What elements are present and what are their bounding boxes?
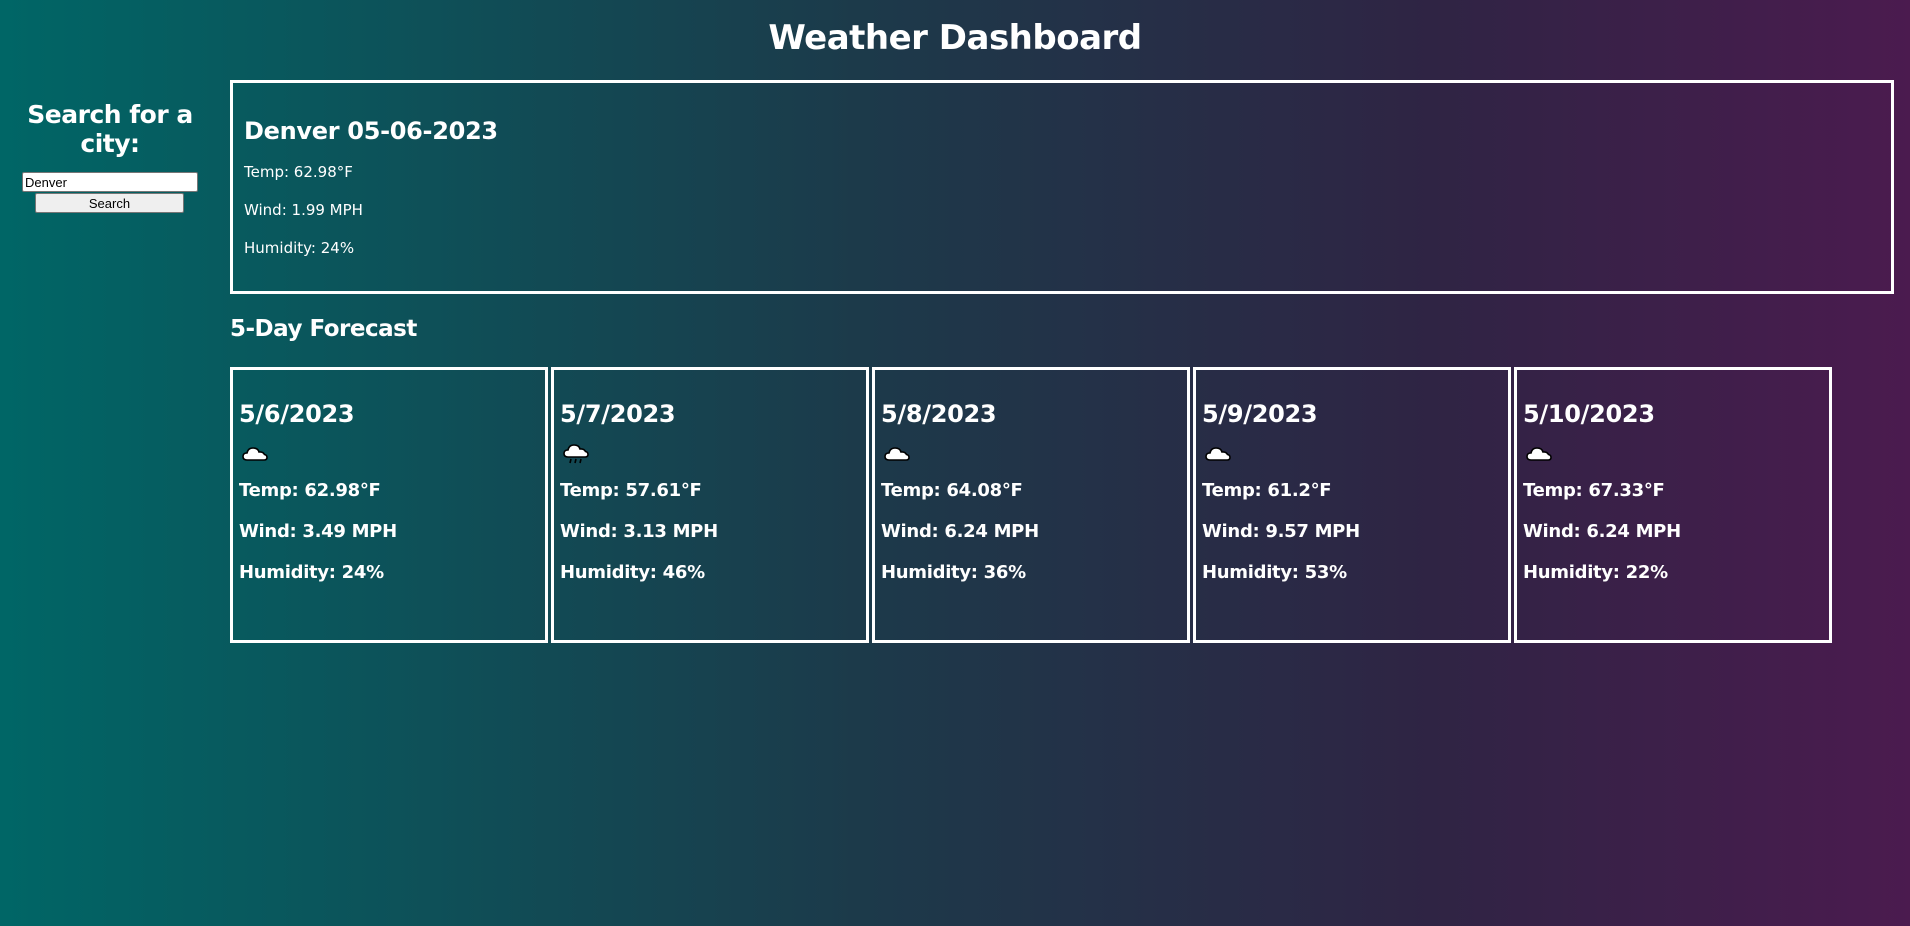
forecast-date: 5/7/2023 [560,400,676,428]
current-city-date: Denver 05-06-2023 [244,117,498,145]
cloud-icon [1526,447,1552,461]
search-button[interactable]: Search [35,193,184,213]
cloud-icon [242,447,268,461]
current-wind: Wind: 1.99 MPH [244,201,363,219]
forecast-date: 5/6/2023 [239,400,355,428]
forecast-wind: Wind: 9.57 MPH [1202,521,1360,542]
search-heading: Search for a city: [27,100,193,158]
rain-cloud-icon [563,444,589,464]
forecast-temp: Temp: 64.08°F [881,480,1023,501]
forecast-card: 5/10/2023 Temp: 67.33°F Wind: 6.24 MPH H… [1514,367,1832,643]
forecast-cards: 5/6/2023 Temp: 62.98°F Wind: 3.49 MPH Hu… [230,367,1832,643]
forecast-card: 5/6/2023 Temp: 62.98°F Wind: 3.49 MPH Hu… [230,367,548,643]
city-search-input[interactable] [22,172,198,192]
forecast-wind: Wind: 3.49 MPH [239,521,397,542]
forecast-card: 5/8/2023 Temp: 64.08°F Wind: 6.24 MPH Hu… [872,367,1190,643]
current-temp: Temp: 62.98°F [244,163,353,181]
forecast-humidity: Humidity: 36% [881,562,1026,583]
page-title: Weather Dashboard [768,18,1142,58]
search-sidebar: Search for a city: Search [0,100,220,213]
forecast-wind: Wind: 6.24 MPH [1523,521,1681,542]
forecast-humidity: Humidity: 46% [560,562,705,583]
forecast-date: 5/9/2023 [1202,400,1318,428]
current-weather-card: Denver 05-06-2023 Temp: 62.98°F Wind: 1.… [230,80,1894,294]
forecast-humidity: Humidity: 53% [1202,562,1347,583]
forecast-card: 5/7/2023 Temp: 57.61°F Wind: 3.13 MPH Hu… [551,367,869,643]
forecast-card: 5/9/2023 Temp: 61.2°F Wind: 9.57 MPH Hum… [1193,367,1511,643]
forecast-temp: Temp: 61.2°F [1202,480,1332,501]
forecast-humidity: Humidity: 22% [1523,562,1668,583]
forecast-heading: 5-Day Forecast [230,316,417,342]
forecast-date: 5/8/2023 [881,400,997,428]
forecast-wind: Wind: 3.13 MPH [560,521,718,542]
forecast-humidity: Humidity: 24% [239,562,384,583]
current-humidity: Humidity: 24% [244,239,355,257]
forecast-temp: Temp: 67.33°F [1523,480,1665,501]
cloud-icon [884,447,910,461]
forecast-temp: Temp: 62.98°F [239,480,381,501]
cloud-icon [1205,447,1231,461]
forecast-wind: Wind: 6.24 MPH [881,521,1039,542]
forecast-date: 5/10/2023 [1523,400,1655,428]
forecast-temp: Temp: 57.61°F [560,480,702,501]
